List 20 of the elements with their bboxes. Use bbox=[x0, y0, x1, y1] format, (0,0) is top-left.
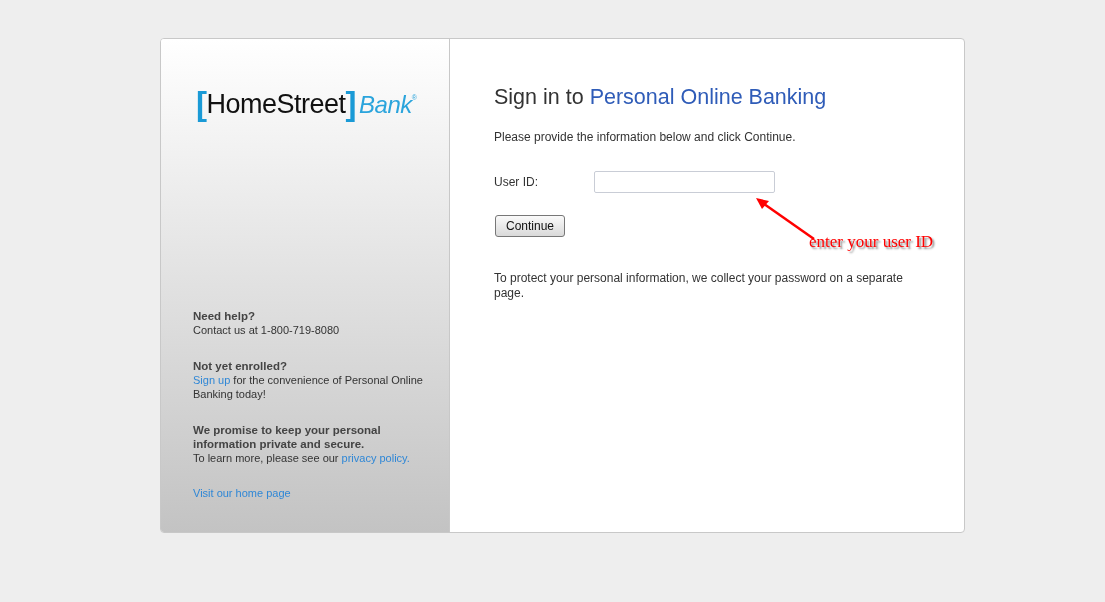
help-heading: Need help? bbox=[193, 309, 256, 323]
logo-bracket: ] bbox=[345, 88, 357, 120]
logo-suffix: Bank bbox=[359, 90, 412, 120]
annotation-text: enter your user ID bbox=[809, 232, 934, 252]
user-id-field[interactable] bbox=[594, 171, 775, 193]
instructions-text: Please provide the information below and click Continue. bbox=[494, 130, 797, 144]
page-heading: Sign in to Personal Online Banking bbox=[494, 85, 828, 110]
help-text: Contact us at 1-800-719-8080 bbox=[193, 323, 341, 337]
logo-name: HomeStreet bbox=[206, 88, 346, 119]
help-heading: Not yet enrolled? bbox=[193, 359, 288, 373]
continue-button[interactable]: Continue bbox=[495, 215, 566, 237]
field-label: User ID: bbox=[494, 175, 539, 189]
link[interactable]: Sign up bbox=[193, 374, 231, 386]
link[interactable]: Visit our home page bbox=[193, 487, 291, 499]
help-heading: We promise to keep your personal information private and secure. bbox=[193, 423, 382, 451]
help-text: Sign up for the convenience of Personal Online Banking today! bbox=[193, 373, 424, 401]
link[interactable]: privacy policy. bbox=[341, 452, 410, 464]
logo-bracket: [ bbox=[196, 88, 207, 120]
help-text: To learn more, please see our privacy policy. bbox=[193, 451, 411, 465]
password-note: To protect your personal information, we collect your password on a separate page. bbox=[494, 271, 904, 301]
